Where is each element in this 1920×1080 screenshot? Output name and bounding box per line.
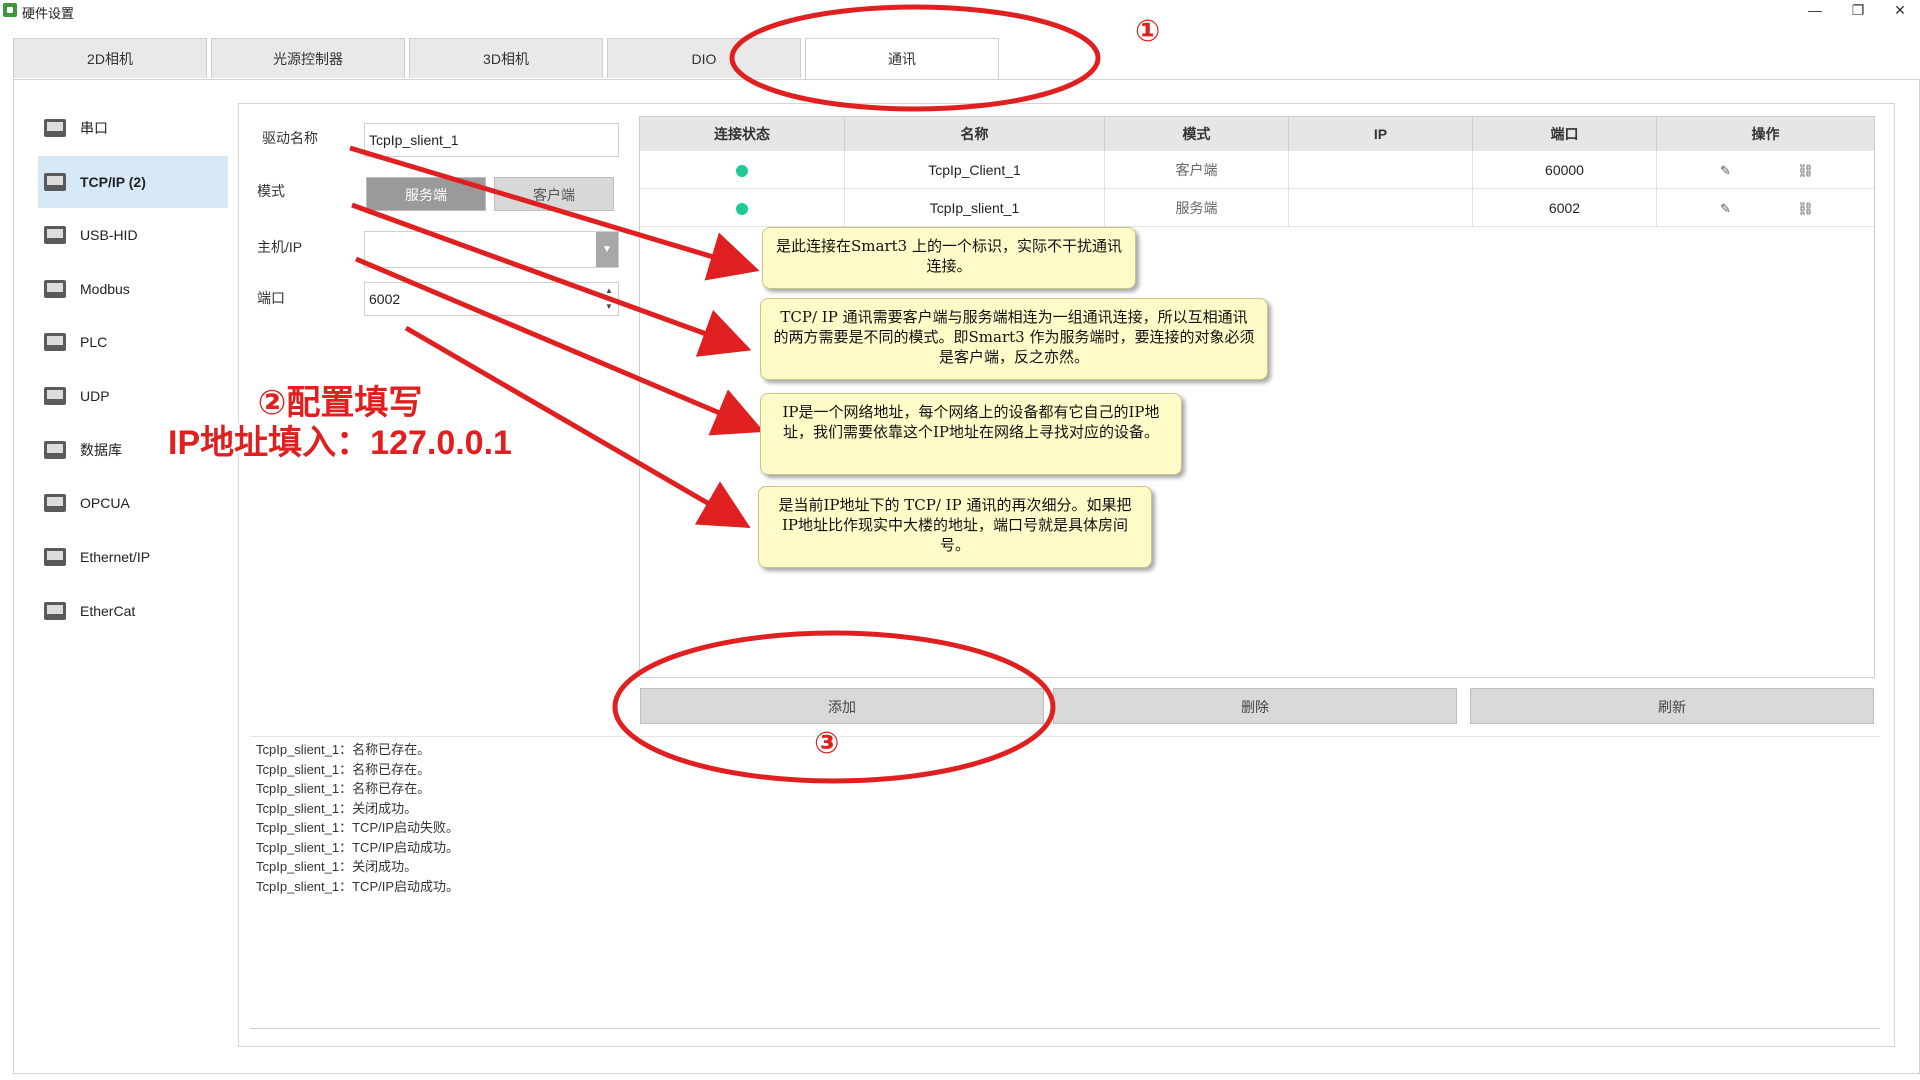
config-annotation-ip: IP地址填入：127.0.0.1 xyxy=(168,424,512,462)
highlight-ellipse-tab xyxy=(729,4,1101,112)
callout-mode: TCP/ IP 通讯需要客户端与服务端相连为一组通讯连接，所以互相通讯的两方需要… xyxy=(760,298,1268,380)
arrow-name xyxy=(349,145,760,281)
config-annotation-title: ②配置填写 xyxy=(257,384,423,422)
marker-1: ① xyxy=(1135,15,1161,48)
callout-ip: IP是一个网络地址，每个网络上的设备都有它自己的IP地址，我们需要依靠这个IP地… xyxy=(760,393,1182,475)
marker-3: ③ xyxy=(814,727,840,760)
callout-name: 是此连接在Smart3 上的一个标识，实际不干扰通讯连接。 xyxy=(762,227,1136,289)
callout-port: 是当前IP地址下的 TCP/ IP 通讯的再次细分。如果把IP地址比作现实中大楼… xyxy=(758,486,1152,568)
config-annotation: ②配置填写 IP地址填入：127.0.0.1 xyxy=(150,383,530,463)
arrow-mode xyxy=(351,202,752,357)
